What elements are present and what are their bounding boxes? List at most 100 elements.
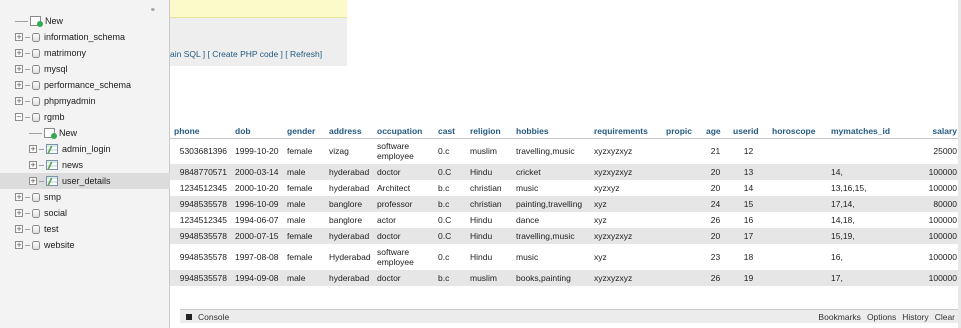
cell-occupation[interactable]: doctor — [373, 164, 434, 180]
cell-hobbies[interactable]: books,painting — [512, 270, 590, 286]
database-icon[interactable] — [32, 64, 40, 74]
tree-item-mysql[interactable]: + mysql — [15, 61, 170, 77]
cell-cast[interactable]: b.c — [434, 196, 466, 212]
cell-gender[interactable]: female — [283, 228, 325, 244]
tree-item-rgmb[interactable]: − rgmb — [15, 109, 170, 125]
cell-cast[interactable]: 0.C — [434, 228, 466, 244]
cell-address[interactable]: hyderabad — [325, 164, 373, 180]
cell-gender[interactable]: male — [283, 270, 325, 286]
tree-item-label[interactable]: user_details — [62, 176, 111, 186]
expand-icon[interactable]: + — [29, 177, 37, 185]
tree-item-label[interactable]: information_schema — [44, 32, 125, 42]
expand-icon[interactable]: + — [15, 193, 23, 201]
cell-occupation[interactable]: doctor — [373, 270, 434, 286]
tree-item-admin-login[interactable]: + admin_login — [29, 141, 170, 157]
expand-icon[interactable]: + — [29, 161, 37, 169]
cell-mymatches-id[interactable]: 17,14, — [827, 196, 907, 212]
tree-item-label[interactable]: mysql — [44, 64, 68, 74]
column-header-address[interactable]: address — [325, 124, 373, 139]
cell-userid[interactable]: 14 — [729, 180, 768, 196]
cell-hobbies[interactable]: music — [512, 244, 590, 270]
column-header-salary[interactable]: salary — [907, 124, 961, 139]
cell-cast[interactable]: 0.C — [434, 212, 466, 228]
cell-propic[interactable] — [662, 180, 702, 196]
database-icon[interactable] — [32, 48, 40, 58]
tree-item-label[interactable]: performance_schema — [44, 80, 131, 90]
table-row[interactable]: 1234512345 2000-10-20 female hyderabad Archi… — [170, 180, 961, 196]
cell-age[interactable]: 20 — [702, 164, 729, 180]
cell-mymatches-id[interactable]: 13,16,15, — [827, 180, 907, 196]
console-history-button[interactable]: History — [902, 312, 928, 322]
column-header-requirements[interactable]: requirements — [590, 124, 662, 139]
cell-occupation[interactable]: software employee — [373, 244, 434, 270]
column-header-propic[interactable]: propic — [662, 124, 702, 139]
tree-item-label[interactable]: test — [44, 224, 59, 234]
tree-item-information-schema[interactable]: + information_schema — [15, 29, 170, 45]
cell-phone[interactable]: 9848770571 — [170, 164, 231, 180]
column-header-phone[interactable]: phone — [170, 124, 231, 139]
cell-address[interactable]: Hyderabad — [325, 244, 373, 270]
cell-requirements[interactable]: xyzxyzxyz — [590, 164, 662, 180]
cell-age[interactable]: 21 — [702, 138, 729, 164]
tree-item-news[interactable]: + news — [29, 157, 170, 173]
table-row[interactable]: 9848770571 2000-03-14 male hyderabad doctor 0… — [170, 164, 961, 180]
expand-icon[interactable]: + — [15, 81, 23, 89]
tree-item-label[interactable]: phpmyadmin — [44, 96, 96, 106]
table-row[interactable]: 1234512345 1994-06-07 male banglore actor 0.C… — [170, 212, 961, 228]
cell-address[interactable]: hyderabad — [325, 228, 373, 244]
cell-propic[interactable] — [662, 164, 702, 180]
cell-mymatches-id[interactable]: 16, — [827, 244, 907, 270]
tree-item-matrimony[interactable]: + matrimony — [15, 45, 170, 61]
tree-item-label[interactable]: matrimony — [44, 48, 86, 58]
cell-salary[interactable]: 100000 — [907, 164, 961, 180]
database-icon[interactable] — [32, 208, 40, 218]
cell-cast[interactable]: b.c — [434, 270, 466, 286]
cell-hobbies[interactable]: painting,travelling — [512, 196, 590, 212]
cell-gender[interactable]: male — [283, 212, 325, 228]
cell-gender[interactable]: female — [283, 180, 325, 196]
cell-gender[interactable]: female — [283, 244, 325, 270]
database-icon[interactable] — [32, 112, 40, 122]
column-header-cast[interactable]: cast — [434, 124, 466, 139]
table-row[interactable]: 9948535578 1996-10-09 male banglore professo… — [170, 196, 961, 212]
database-icon[interactable] — [32, 80, 40, 90]
cell-phone[interactable]: 1234512345 — [170, 212, 231, 228]
table-row[interactable]: 9948535578 1994-09-08 male hyderabad doctor b… — [170, 270, 961, 286]
cell-salary[interactable]: 100000 — [907, 244, 961, 270]
tree-item-new[interactable]: New — [15, 13, 170, 29]
cell-hobbies[interactable]: travelling,music — [512, 138, 590, 164]
cell-address[interactable]: hyderabad — [325, 180, 373, 196]
cell-gender[interactable]: male — [283, 164, 325, 180]
cell-phone[interactable]: 9948535578 — [170, 270, 231, 286]
cell-dob[interactable]: 1997-08-08 — [231, 244, 283, 270]
column-header-occupation[interactable]: occupation — [373, 124, 434, 139]
cell-cast[interactable]: 0.C — [434, 164, 466, 180]
cell-age[interactable]: 23 — [702, 244, 729, 270]
cell-religion[interactable]: christian — [466, 196, 512, 212]
cell-horoscope[interactable] — [768, 164, 827, 180]
table-icon[interactable] — [46, 176, 58, 186]
cell-dob[interactable]: 1994-06-07 — [231, 212, 283, 228]
cell-propic[interactable] — [662, 196, 702, 212]
cell-hobbies[interactable]: travelling,music — [512, 228, 590, 244]
cell-horoscope[interactable] — [768, 270, 827, 286]
cell-cast[interactable]: b.c — [434, 180, 466, 196]
cell-hobbies[interactable]: music — [512, 180, 590, 196]
cell-propic[interactable] — [662, 244, 702, 270]
cell-gender[interactable]: female — [283, 138, 325, 164]
cell-dob[interactable]: 1994-09-08 — [231, 270, 283, 286]
cell-mymatches-id[interactable] — [827, 138, 907, 164]
cell-mymatches-id[interactable]: 15,19, — [827, 228, 907, 244]
tree-item-phpmyadmin[interactable]: + phpmyadmin — [15, 93, 170, 109]
expand-icon[interactable]: + — [15, 65, 23, 73]
cell-dob[interactable]: 1999-10-20 — [231, 138, 283, 164]
table-icon[interactable] — [46, 160, 58, 170]
cell-hobbies[interactable]: cricket — [512, 164, 590, 180]
column-header-gender[interactable]: gender — [283, 124, 325, 139]
console-bookmarks-button[interactable]: Bookmarks — [818, 312, 861, 322]
expand-icon[interactable]: + — [15, 49, 23, 57]
column-header-dob[interactable]: dob — [231, 124, 283, 139]
cell-salary[interactable]: 80000 — [907, 196, 961, 212]
cell-salary[interactable]: 100000 — [907, 270, 961, 286]
column-header-religion[interactable]: religion — [466, 124, 512, 139]
